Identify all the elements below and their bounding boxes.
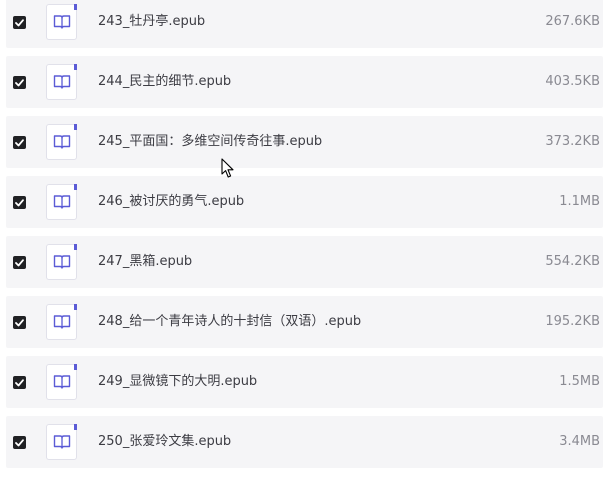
checkmark-icon [15,258,24,266]
file-row[interactable]: 247_黑箱.epub 554.2KB [6,236,603,288]
epub-file-icon [46,124,77,160]
file-corner-accent [74,424,77,430]
epub-file-icon [46,304,77,340]
epub-file-icon [46,4,77,40]
file-row[interactable]: 245_平面国：多维空间传奇往事.epub 373.2KB [6,116,603,168]
file-checkbox[interactable] [13,376,26,389]
file-corner-accent [74,184,77,190]
file-row[interactable]: 248_给一个青年诗人的十封信（双语）.epub 195.2KB [6,296,603,348]
epub-file-icon [46,64,77,100]
file-checkbox[interactable] [13,76,26,89]
checkmark-icon [15,318,24,326]
file-corner-accent [74,364,77,370]
file-name[interactable]: 245_平面国：多维空间传奇往事.epub [98,116,322,168]
book-icon [53,15,71,29]
checkmark-icon [15,78,24,86]
epub-file-icon [46,184,77,220]
file-checkbox[interactable] [13,196,26,209]
book-icon [53,315,71,329]
file-list: 243_牡丹亭.epub 267.6KB 244_民主的细节.epub 403.5KB… [0,0,603,483]
file-checkbox[interactable] [13,436,26,449]
file-corner-accent [74,64,77,70]
book-icon [53,195,71,209]
checkmark-icon [15,438,24,446]
file-checkbox[interactable] [13,136,26,149]
file-corner-accent [74,304,77,310]
file-name[interactable]: 248_给一个青年诗人的十封信（双语）.epub [98,296,361,348]
epub-file-icon [46,364,77,400]
book-icon [53,255,71,269]
file-row[interactable]: 250_张爱玲文集.epub 3.4MB [6,416,603,468]
file-size: 373.2KB [545,134,600,149]
file-name[interactable]: 250_张爱玲文集.epub [98,416,231,468]
file-corner-accent [74,4,77,10]
file-checkbox[interactable] [13,16,26,29]
book-icon [53,435,71,449]
file-name[interactable]: 247_黑箱.epub [98,236,192,288]
checkmark-icon [15,138,24,146]
file-row[interactable]: 246_被讨厌的勇气.epub 1.1MB [6,176,603,228]
file-size: 267.6KB [545,14,600,29]
epub-file-icon [46,424,77,460]
file-size: 554.2KB [545,254,600,269]
file-size: 3.4MB [559,434,600,449]
file-checkbox[interactable] [13,316,26,329]
book-icon [53,135,71,149]
book-icon [53,75,71,89]
file-size: 1.1MB [559,194,600,209]
book-icon [53,375,71,389]
file-name[interactable]: 249_显微镜下的大明.epub [98,356,257,408]
checkmark-icon [15,378,24,386]
file-size: 195.2KB [545,314,600,329]
file-size: 403.5KB [545,74,600,89]
file-name[interactable]: 246_被讨厌的勇气.epub [98,176,244,228]
file-corner-accent [74,124,77,130]
checkmark-icon [15,198,24,206]
checkmark-icon [15,18,24,26]
file-size: 1.5MB [559,374,600,389]
mouse-cursor-icon [221,158,235,183]
file-row[interactable]: 243_牡丹亭.epub 267.6KB [6,0,603,48]
file-row[interactable]: 249_显微镜下的大明.epub 1.5MB [6,356,603,408]
file-row[interactable]: 244_民主的细节.epub 403.5KB [6,56,603,108]
epub-file-icon [46,244,77,280]
file-name[interactable]: 244_民主的细节.epub [98,56,231,108]
file-name[interactable]: 243_牡丹亭.epub [98,0,205,48]
file-checkbox[interactable] [13,256,26,269]
file-corner-accent [74,244,77,250]
